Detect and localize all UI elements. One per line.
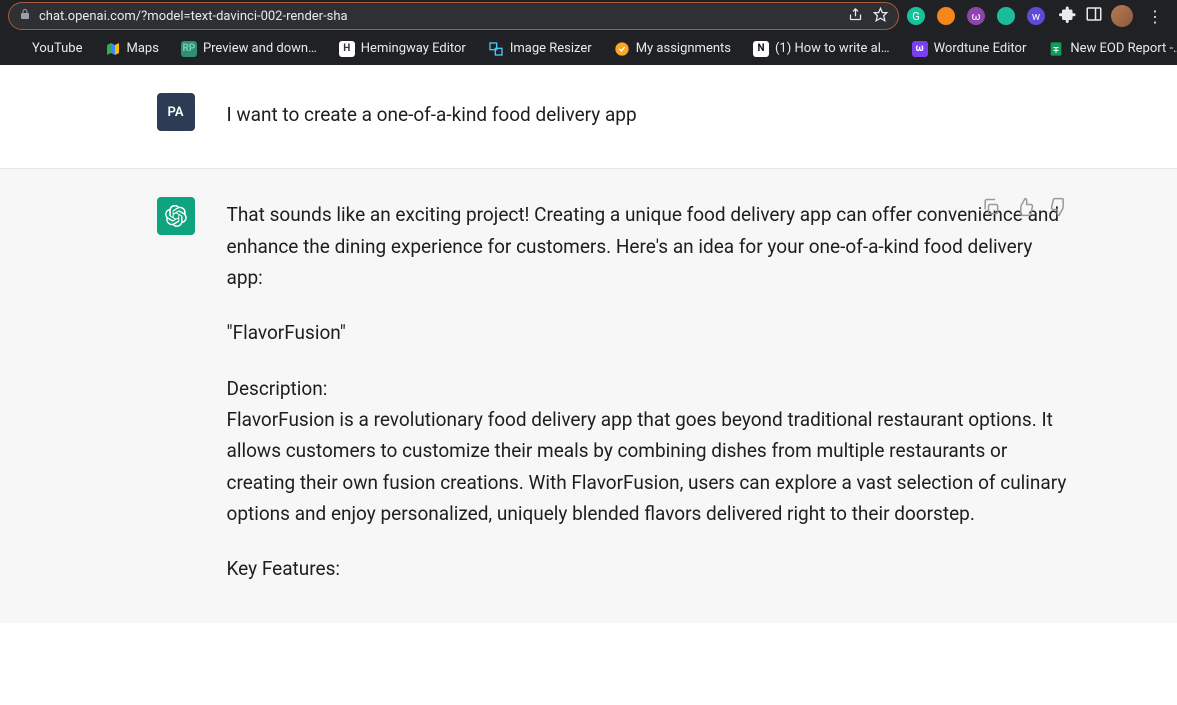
bookmark-icon: RP: [181, 41, 197, 57]
extensions-icon[interactable]: [1059, 5, 1077, 27]
wordtune-icon[interactable]: w: [1027, 7, 1045, 25]
bookmark-label: Maps: [127, 41, 159, 56]
assistant-paragraph: Key Features:: [227, 553, 1069, 584]
profile-avatar[interactable]: [1111, 5, 1133, 27]
bookmark-icon: [614, 41, 630, 57]
user-avatar: PA: [157, 93, 195, 131]
bookmarks-bar: YouTube Maps RP Preview and down… H Hemingway…: [0, 32, 1177, 65]
assistant-paragraph: "FlavorFusion": [227, 317, 1069, 348]
url-text: chat.openai.com/?model=text-davinci-002-…: [39, 9, 840, 24]
assistant-avatar: [157, 197, 195, 235]
thumbs-up-icon[interactable]: [1015, 197, 1035, 217]
lock-icon: [19, 8, 31, 24]
openai-logo-icon: [165, 205, 187, 227]
bookmark-icon: [1048, 41, 1064, 57]
bookmark-icon: [10, 41, 26, 57]
bookmark-label: Hemingway Editor: [361, 41, 466, 56]
panel-icon[interactable]: [1085, 5, 1103, 27]
assistant-message-content: That sounds like an exciting project! Cr…: [227, 197, 1069, 584]
grammarly-icon[interactable]: G: [907, 7, 925, 25]
bookmark-label: YouTube: [32, 41, 83, 56]
bookmark-item[interactable]: YouTube: [6, 39, 87, 59]
bookmark-icon: N: [753, 41, 769, 57]
kebab-menu-icon[interactable]: ⋮: [1141, 7, 1169, 26]
star-icon[interactable]: [873, 7, 888, 26]
bookmark-item[interactable]: ω Wordtune Editor: [908, 39, 1031, 59]
bookmark-label: (1) How to write al…: [775, 41, 890, 56]
bookmark-icon: [488, 41, 504, 57]
bookmark-icon: [105, 41, 121, 57]
metamask-icon[interactable]: [937, 7, 955, 25]
copy-icon[interactable]: [981, 197, 1001, 217]
bookmark-label: Image Resizer: [510, 41, 592, 56]
omnibox-row: chat.openai.com/?model=text-davinci-002-…: [0, 0, 1177, 32]
share-icon[interactable]: [848, 7, 863, 26]
bookmark-item[interactable]: N (1) How to write al…: [749, 39, 894, 59]
user-message: PA I want to create a one-of-a-kind food…: [0, 65, 1177, 168]
user-message-text: I want to create a one-of-a-kind food de…: [227, 93, 1069, 130]
assistant-paragraph: That sounds like an exciting project! Cr…: [227, 199, 1069, 293]
bookmark-item[interactable]: H Hemingway Editor: [335, 39, 470, 59]
toolbar-icons: Gω w: [907, 7, 1051, 25]
browser-chrome: chat.openai.com/?model=text-davinci-002-…: [0, 0, 1177, 65]
bookmark-item[interactable]: Maps: [101, 39, 163, 59]
bookmark-item[interactable]: New EOD Report -…: [1044, 39, 1177, 59]
chat-area: PA I want to create a one-of-a-kind food…: [0, 65, 1177, 705]
assistant-message: That sounds like an exciting project! Cr…: [0, 168, 1177, 622]
bookmark-label: Wordtune Editor: [934, 41, 1027, 56]
bookmark-item[interactable]: Image Resizer: [484, 39, 596, 59]
bookmark-icon: ω: [912, 41, 928, 57]
bookmark-item[interactable]: My assignments: [610, 39, 735, 59]
purple-circle-icon[interactable]: ω: [967, 7, 985, 25]
bookmark-label: New EOD Report -…: [1070, 41, 1177, 56]
teal-circle-icon[interactable]: [997, 7, 1015, 25]
bookmark-label: My assignments: [636, 41, 731, 56]
omnibox[interactable]: chat.openai.com/?model=text-davinci-002-…: [8, 2, 899, 30]
bookmark-item[interactable]: RP Preview and down…: [177, 39, 321, 59]
bookmark-label: Preview and down…: [203, 41, 317, 56]
assistant-paragraph: Description:FlavorFusion is a revolution…: [227, 373, 1069, 530]
user-avatar-initials: PA: [167, 105, 183, 120]
bookmark-icon: H: [339, 41, 355, 57]
message-actions: [981, 197, 1069, 217]
thumbs-down-icon[interactable]: [1049, 197, 1069, 217]
